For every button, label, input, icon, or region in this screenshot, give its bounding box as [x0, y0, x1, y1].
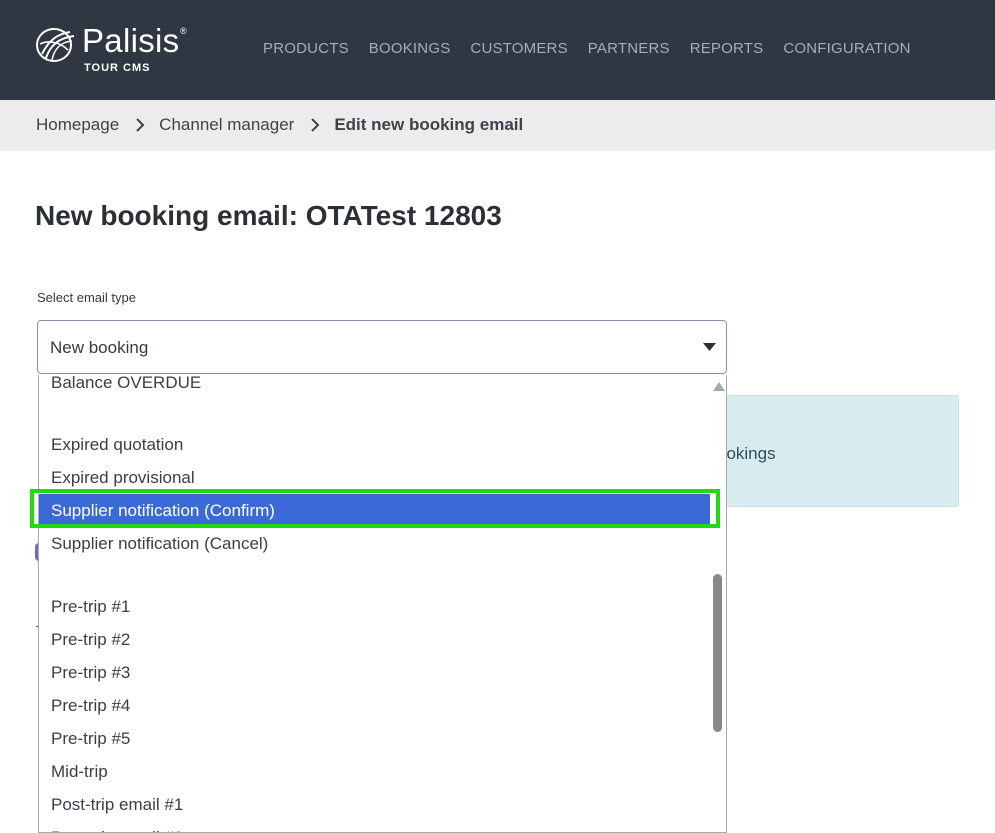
option-expired-provisional[interactable]: Expired provisional — [39, 461, 711, 494]
option-post-trip-1[interactable]: Post-trip email #1 — [39, 788, 711, 821]
nav-products[interactable]: PRODUCTS — [263, 40, 349, 57]
chevron-right-icon — [136, 118, 145, 132]
option-pre-trip-5[interactable]: Pre-trip #5 — [39, 722, 711, 755]
option-pre-trip-4[interactable]: Pre-trip #4 — [39, 689, 711, 722]
email-type-selected-value: New booking — [50, 338, 149, 357]
palisis-logo[interactable]: Palisis ® TOUR CMS — [34, 22, 194, 78]
breadcrumb-channel-manager[interactable]: Channel manager — [159, 115, 294, 135]
chevron-right-icon — [311, 118, 320, 132]
option-balance-overdue[interactable]: Balance OVERDUE — [39, 375, 711, 399]
top-navbar: Palisis ® TOUR CMS PRODUCTS BOOKINGS CUS… — [0, 0, 995, 100]
breadcrumb-current: Edit new booking email — [334, 115, 524, 134]
globe-logo-icon — [36, 28, 75, 62]
option-blank[interactable] — [39, 560, 711, 593]
email-type-label: Select email type — [37, 290, 136, 305]
logo-wordmark: Palisis — [82, 22, 180, 59]
nav-customers[interactable]: CUSTOMERS — [470, 40, 567, 57]
main-nav: PRODUCTS BOOKINGS CUSTOMERS PARTNERS REP… — [263, 40, 931, 57]
scroll-up-arrow-icon[interactable] — [713, 381, 725, 391]
option-supplier-notification-confirm[interactable]: Supplier notification (Confirm) — [39, 494, 711, 527]
scrollbar-thumb[interactable] — [713, 574, 722, 732]
option-mid-trip[interactable]: Mid-trip — [39, 755, 711, 788]
option-supplier-notification-cancel[interactable]: Supplier notification (Cancel) — [39, 527, 711, 560]
option-pre-trip-1[interactable]: Pre-trip #1 — [39, 590, 711, 623]
logo-subtitle: TOUR CMS — [84, 62, 151, 74]
option-expired-quotation[interactable]: Expired quotation — [39, 428, 711, 461]
nav-configuration[interactable]: CONFIGURATION — [783, 40, 910, 57]
page-title: New booking email: OTATest 12803 — [35, 200, 502, 231]
nav-partners[interactable]: PARTNERS — [588, 40, 670, 57]
email-type-select[interactable]: New booking — [37, 320, 727, 374]
option-post-trip-2[interactable]: Post-trip email #2 — [39, 821, 711, 832]
breadcrumb-homepage[interactable]: Homepage — [36, 115, 119, 135]
dropdown-scrollbar[interactable] — [710, 375, 726, 832]
email-type-dropdown-list[interactable]: Balance OVERDUE Expired quotation Expire… — [38, 375, 727, 833]
caret-down-icon — [703, 343, 716, 351]
nav-bookings[interactable]: BOOKINGS — [369, 40, 451, 57]
nav-reports[interactable]: REPORTS — [690, 40, 764, 57]
breadcrumb: Homepage Channel manager Edit new bookin… — [36, 115, 523, 135]
breadcrumb-bar: Homepage Channel manager Edit new bookin… — [0, 100, 995, 151]
option-pre-trip-2[interactable]: Pre-trip #2 — [39, 623, 711, 656]
option-pre-trip-3[interactable]: Pre-trip #3 — [39, 656, 711, 689]
logo-registered-mark: ® — [180, 26, 187, 36]
